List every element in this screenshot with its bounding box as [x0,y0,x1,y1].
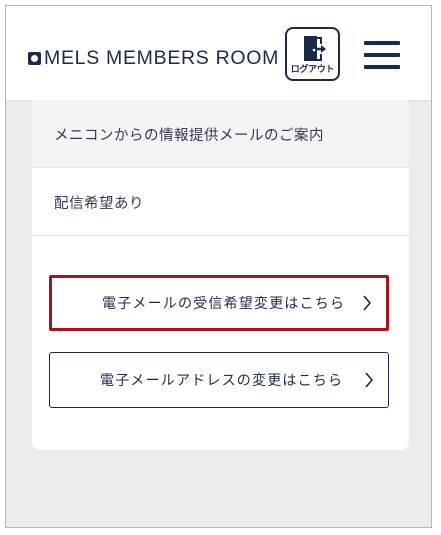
door-exit-icon [304,36,326,61]
logout-button[interactable]: ログアウト [285,27,340,81]
logout-label: ログアウト [290,65,335,75]
section-title: メニコンからの情報提供メールのご案内 [54,128,324,144]
logo-mark-icon [28,51,41,65]
menu-bar [364,65,400,69]
chevron-right-icon [365,372,374,388]
chevron-right-icon [363,295,372,311]
change-delivery-label: 電子メールの受信希望変更はこちら [102,296,346,312]
section-title-row: メニコンからの情報提供メールのご案内 [32,100,409,168]
logo-text: MELS MEMBERS ROOM [44,46,280,69]
section-value-row: 配信希望あり [32,168,409,236]
change-email-label: 電子メールアドレスの変更はこちら [100,373,344,389]
mail-settings-card: メニコンからの情報提供メールのご案内 配信希望あり 電子メールの受信希望変更はこ… [32,100,409,450]
logo[interactable]: MELS MEMBERS ROOM [28,46,280,69]
hamburger-menu-button[interactable] [364,41,400,71]
change-email-address-button[interactable]: 電子メールアドレスの変更はこちら [49,352,389,408]
menu-bar [364,53,400,57]
change-delivery-preference-button[interactable]: 電子メールの受信希望変更はこちら [49,275,389,331]
menu-bar [364,41,400,45]
app-frame: MELS MEMBERS ROOM ログアウト メニコンからの情報提供メールのご… [5,5,432,528]
delivery-status: 配信希望あり [54,196,144,212]
header: MELS MEMBERS ROOM ログアウト [6,6,431,101]
